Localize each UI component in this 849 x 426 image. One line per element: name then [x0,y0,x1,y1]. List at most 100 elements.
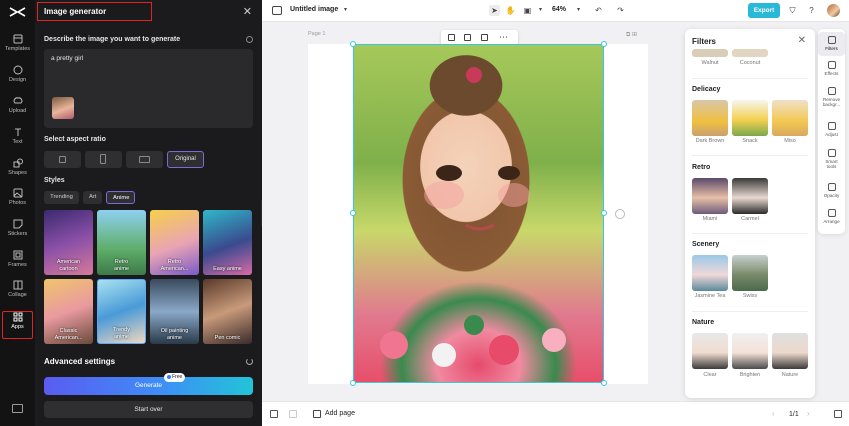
rail-item-text[interactable]: Text [0,127,35,155]
generated-anime-girl-image[interactable] [353,44,604,383]
style-card-classic-american[interactable]: Classic American... [44,279,93,344]
style-card-retro-american[interactable]: Retro American... [150,210,199,275]
delete-icon[interactable] [289,410,297,418]
divider [692,78,808,79]
filter-nature[interactable] [772,333,808,369]
chevron-down-icon[interactable]: ▾ [535,5,546,16]
replace-icon[interactable] [464,34,471,41]
document-title[interactable]: Untitled image [290,6,338,13]
tab-trending[interactable]: Trending [44,191,79,204]
advanced-settings-label[interactable]: Advanced settings [44,357,115,366]
filter-carmel[interactable] [732,178,768,214]
shield-icon[interactable]: ⛉ [787,5,798,16]
help-icon[interactable]: ? [806,5,817,16]
filter-miami[interactable] [692,178,728,214]
add-page-icon [313,410,321,418]
filter-clear[interactable] [692,333,728,369]
add-page-icon[interactable]: ⊞ [632,32,637,38]
upload-icon [13,97,22,104]
reference-image-thumbnail[interactable] [52,97,74,119]
layers-icon[interactable] [270,410,278,418]
resize-handle[interactable] [350,210,356,216]
resize-handle[interactable] [601,210,607,216]
filter-brighten[interactable] [732,333,768,369]
redo-icon[interactable]: ↷ [615,5,626,16]
close-icon[interactable]: ✕ [243,5,252,18]
style-card-easy-anime[interactable]: Easy anime [203,210,252,275]
rail-item-collage[interactable]: Collage [0,280,35,308]
resize-handle[interactable] [601,41,607,47]
rail-item-frames[interactable]: Frames [0,250,35,278]
tab-anime[interactable]: Anime [106,191,135,204]
rail-item-photos[interactable]: Photos [0,188,35,216]
filter-group-nature: Nature [692,319,715,326]
prompt-input[interactable]: a pretty girl [44,49,253,128]
reset-icon[interactable] [246,358,253,365]
chevron-down-icon[interactable]: ▾ [344,6,347,13]
ratio-portrait-button[interactable] [85,151,122,168]
crop-icon[interactable] [448,34,455,41]
style-caption: American... [54,334,83,341]
style-card-trendy-anime[interactable]: Trendy anime [97,279,146,344]
style-card-oil-painting-anime[interactable]: Oil painting anime [150,279,199,344]
tab-art[interactable]: Art [83,191,102,204]
credit-icon [167,374,171,379]
toggle-sidebar-icon[interactable] [272,6,282,15]
pages-panel-icon[interactable] [834,410,842,418]
rail-label: Photos [8,200,27,206]
rail-item-shapes[interactable]: Shapes [0,158,35,186]
ratio-original-button[interactable]: Original [167,151,204,168]
tool-arrange[interactable]: Arrange [818,209,845,224]
info-icon[interactable] [246,36,253,43]
photos-icon [13,188,22,198]
generate-button[interactable]: Generate [44,377,253,395]
filter-snack[interactable] [732,100,768,136]
rail-item-stickers[interactable]: Stickers [0,219,35,247]
rotate-icon[interactable] [615,209,625,219]
resize-handle[interactable] [350,41,356,47]
chevron-down-icon[interactable]: ▾ [573,5,584,16]
rail-item-design[interactable]: Design [0,65,35,93]
filter-swiss[interactable] [732,255,768,291]
undo-icon[interactable]: ↶ [593,5,604,16]
more-icon[interactable]: ⋯ [499,32,508,43]
hand-icon[interactable]: ✋ [505,5,516,16]
ratio-square-button[interactable] [44,151,81,168]
tool-remove-background[interactable]: Remove backgr... [818,87,845,107]
duplicate-page-icon[interactable]: ⧉ [626,32,630,38]
filter-coconut[interactable] [732,49,768,57]
resize-handle[interactable] [601,380,607,386]
rail-item-upload[interactable]: Upload [0,96,35,124]
filter-dark-brown[interactable] [692,100,728,136]
keyboard-icon[interactable] [12,404,23,413]
pointer-icon[interactable]: ➤ [489,5,500,16]
filter-miso[interactable] [772,100,808,136]
tool-effects[interactable]: Effects [818,61,845,76]
rail-item-templates[interactable]: Templates [0,34,35,62]
tool-adjust[interactable]: Adjust [818,122,845,137]
start-over-button[interactable]: Start over [44,401,253,418]
rail-item-apps[interactable]: Apps [2,311,33,339]
apps-icon [13,312,22,322]
avatar[interactable] [827,4,840,17]
style-card-american-cartoon[interactable]: American cartoon [44,210,93,275]
filter-group-retro: Retro [692,164,711,171]
filter-walnut[interactable] [692,49,728,57]
add-page-button[interactable]: Add page [325,410,355,417]
filter-jasmine-tea[interactable] [692,255,728,291]
copy-icon[interactable] [481,34,488,41]
previous-page-icon[interactable]: ‹ [772,409,775,418]
tool-smart-tools[interactable]: Smart tools [818,149,845,169]
style-caption: Retro [114,259,129,265]
tool-opacity[interactable]: Opacity [818,183,845,198]
ratio-landscape-button[interactable] [126,151,163,168]
frame-size-icon[interactable]: ▣ [522,5,533,16]
resize-handle[interactable] [350,380,356,386]
close-icon[interactable]: ✕ [798,35,806,46]
next-page-icon[interactable]: › [807,409,810,418]
export-button[interactable]: Export [748,3,780,18]
zoom-level[interactable]: 64% [552,6,566,13]
style-card-retro-anime[interactable]: Retro anime [97,210,146,275]
style-card-pen-comic[interactable]: Pen comic [203,279,252,344]
tool-filters[interactable]: Filters [818,32,845,56]
